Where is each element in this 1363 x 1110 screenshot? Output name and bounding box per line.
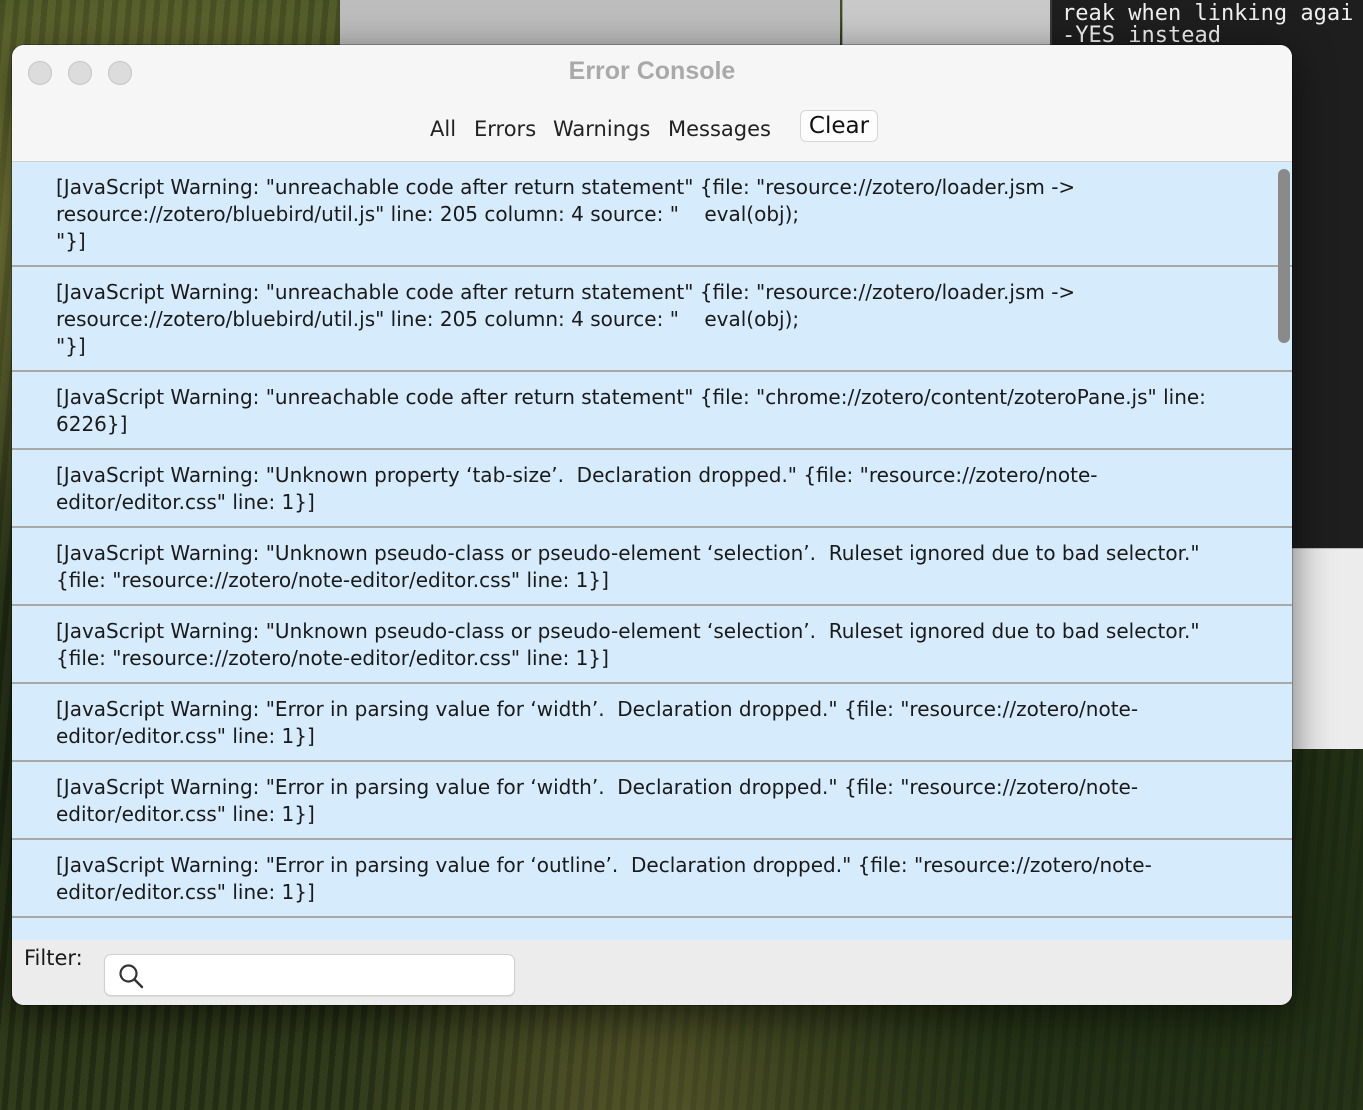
background-window[interactable] [340, 0, 840, 50]
list-item[interactable]: [JavaScript Warning: "unreachable code a… [12, 162, 1292, 267]
list-item[interactable]: [JavaScript Warning: "Unknown property ‘… [12, 450, 1292, 528]
list-item[interactable]: [JavaScript Warning: "Error in parsing v… [12, 762, 1292, 840]
window-title: Error Console [568, 57, 736, 85]
filter-bar: Filter: [12, 940, 1292, 1005]
vertical-scrollbar[interactable] [1278, 169, 1290, 343]
list-item[interactable]: [JavaScript Warning: "Error in parsing v… [12, 684, 1292, 762]
background-window[interactable] [842, 0, 1053, 50]
clear-button[interactable]: Clear [800, 110, 878, 142]
titlebar: Error Console All Errors Warnings Messag… [12, 45, 1292, 162]
list-item[interactable]: [JavaScript Warning: "Error in parsing v… [12, 840, 1292, 918]
toolbar: All Errors Warnings Messages Clear [12, 107, 1292, 147]
filter-input[interactable] [153, 959, 507, 993]
list-item[interactable]: [JavaScript Warning: "Unknown pseudo-cla… [12, 528, 1292, 606]
filter-field[interactable] [104, 954, 515, 996]
filter-label: Filter: [24, 946, 83, 970]
tab-messages[interactable]: Messages [668, 117, 771, 141]
search-icon [119, 964, 144, 989]
list-item[interactable]: [JavaScript Warning: "unreachable code a… [12, 372, 1292, 450]
tab-warnings[interactable]: Warnings [553, 117, 650, 141]
background-window[interactable] [1290, 548, 1363, 749]
tab-all[interactable]: All [430, 117, 456, 141]
message-list[interactable]: [JavaScript Warning: "unreachable code a… [12, 162, 1292, 940]
error-console-window: Error Console All Errors Warnings Messag… [12, 45, 1292, 1005]
tab-errors[interactable]: Errors [474, 117, 536, 141]
list-item[interactable]: [JavaScript Warning: "unreachable code a… [12, 267, 1292, 372]
list-item[interactable]: [JavaScript Warning: "Unknown pseudo-cla… [12, 606, 1292, 684]
